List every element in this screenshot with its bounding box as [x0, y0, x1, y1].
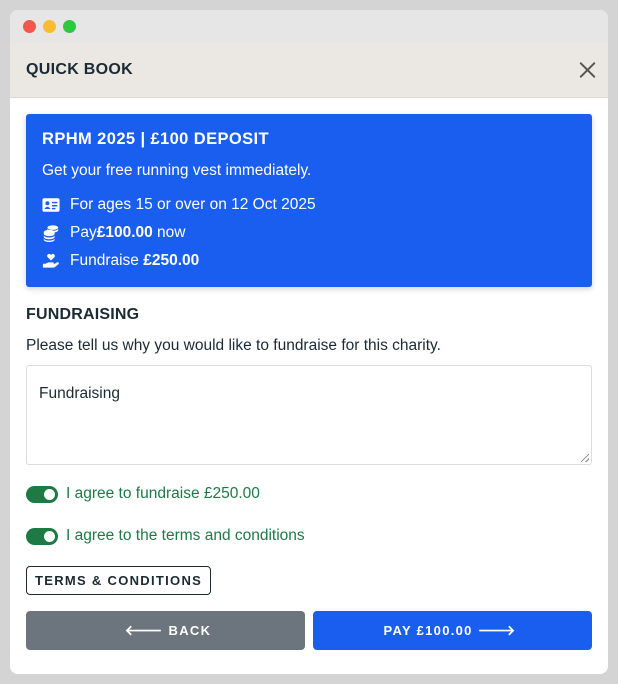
window: QUICK BOOK RPHM 2025 | £100 DEPOSIT Get … — [10, 10, 608, 674]
modal-actions: 🡐 BACK PAY £100.00 🡒 — [26, 611, 592, 650]
close-window-dot[interactable] — [23, 20, 36, 33]
event-card: RPHM 2025 | £100 DEPOSIT Get your free r… — [26, 114, 592, 287]
fundraising-heading: FUNDRAISING — [26, 306, 140, 323]
maximize-window-dot[interactable] — [63, 20, 76, 33]
fundraise-agreement-label: I agree to fundraise £250.00 — [66, 485, 260, 502]
payment-info: Pay £100.00 now — [42, 219, 576, 247]
terms-agreement-toggle[interactable] — [26, 527, 58, 545]
modal-body: RPHM 2025 | £100 DEPOSIT Get your free r… — [10, 98, 608, 650]
coins-icon — [43, 225, 59, 242]
minimize-window-dot[interactable] — [43, 20, 56, 33]
close-icon[interactable] — [576, 59, 598, 81]
event-title: RPHM 2025 | £100 DEPOSIT — [42, 130, 269, 148]
resize-handle-icon[interactable] — [581, 454, 589, 462]
modal-title: QUICK BOOK — [26, 61, 133, 78]
fundraising-reason-value: Fundraising — [39, 385, 120, 402]
hand-holding-heart-icon — [42, 253, 59, 268]
back-button[interactable]: 🡐 BACK — [26, 611, 305, 650]
terms-and-conditions-button[interactable]: TERMS & CONDITIONS — [26, 566, 212, 595]
pay-amount: £100.00 — [96, 224, 153, 241]
fundraise-agreement[interactable]: I agree to fundraise £250.00 — [26, 484, 592, 504]
event-subtitle: Get your free running vest immediately. — [42, 162, 312, 179]
back-button-label: BACK — [168, 623, 212, 638]
pay-suffix: now — [152, 224, 186, 241]
age-requirement-text: For ages 15 or over on 12 Oct 2025 — [70, 196, 316, 213]
fundraising-prompt: Please tell us why you would like to fun… — [26, 337, 441, 354]
fundraise-agreement-toggle[interactable] — [26, 485, 58, 503]
window-titlebar — [10, 10, 608, 43]
terms-agreement[interactable]: I agree to the terms and conditions — [26, 526, 592, 546]
age-requirement: For ages 15 or over on 12 Oct 2025 — [42, 191, 576, 219]
fundraise-target: Fundraise £250.00 — [42, 247, 576, 275]
fundraising-reason-textarea[interactable]: Fundraising — [26, 365, 592, 465]
pay-prefix: Pay — [70, 224, 97, 241]
id-card-icon — [42, 198, 60, 212]
pay-button-label: PAY £100.00 — [383, 623, 473, 638]
arrow-right-icon: 🡒 — [477, 622, 517, 638]
fundraise-amount: £250.00 — [143, 252, 200, 269]
arrow-left-icon: 🡐 — [124, 622, 164, 638]
pay-button[interactable]: PAY £100.00 🡒 — [313, 611, 592, 650]
modal-header: QUICK BOOK — [10, 43, 608, 98]
terms-agreement-label: I agree to the terms and conditions — [66, 527, 305, 544]
fundraise-prefix: Fundraise — [70, 252, 144, 269]
